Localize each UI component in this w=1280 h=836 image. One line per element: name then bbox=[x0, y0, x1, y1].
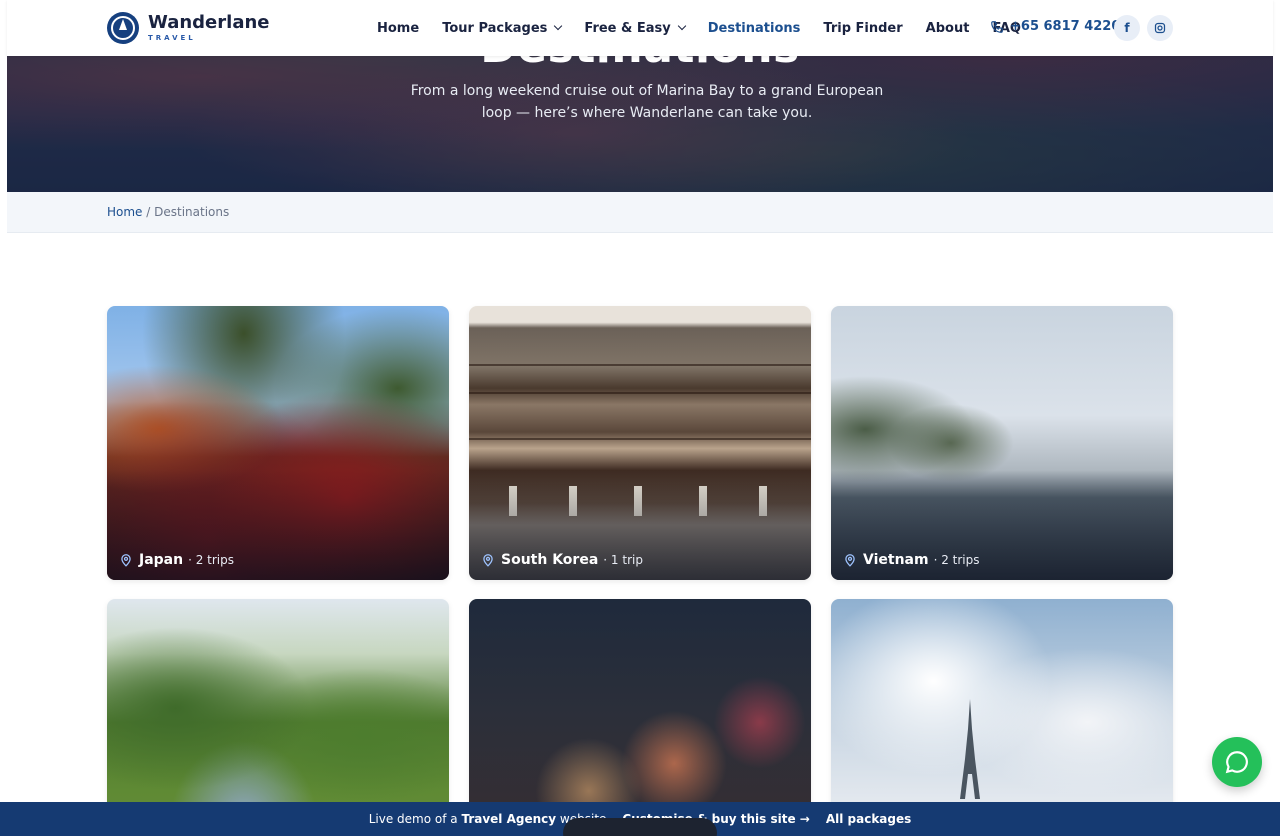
destination-trip-count: · 2 trips bbox=[933, 553, 980, 567]
breadcrumb-current: Destinations bbox=[154, 205, 230, 219]
nav-free-easy-label: Free & Easy bbox=[584, 20, 671, 36]
map-pin-icon bbox=[121, 554, 131, 567]
compass-icon bbox=[107, 12, 139, 44]
nav-tour-packages[interactable]: Tour Packages bbox=[442, 20, 563, 36]
nav-home-label: Home bbox=[377, 20, 420, 36]
destination-trip-count: · 2 trips bbox=[188, 553, 235, 567]
whatsapp-chat-button[interactable] bbox=[1212, 737, 1262, 787]
breadcrumb: Home / Destinations bbox=[7, 192, 1273, 233]
brand-name: Wanderlane bbox=[148, 12, 270, 33]
nav-destinations[interactable]: Destinations bbox=[708, 21, 801, 36]
destination-image bbox=[831, 599, 1173, 836]
chevron-down-icon bbox=[677, 21, 686, 31]
destination-card-bali[interactable] bbox=[107, 599, 449, 836]
map-pin-icon bbox=[845, 554, 855, 567]
destination-card-city[interactable] bbox=[469, 599, 811, 836]
chat-bubble-icon bbox=[1225, 751, 1248, 774]
nav-trip-finder[interactable]: Trip Finder bbox=[823, 21, 902, 36]
destination-name: Japan bbox=[139, 552, 184, 568]
phone-link[interactable]: +65 6817 4220 bbox=[990, 19, 1120, 34]
nav-about[interactable]: About bbox=[926, 21, 970, 36]
chevron-down-icon bbox=[554, 21, 563, 31]
site-header: Wanderlane TRAVEL Home Tour Packages Fre… bbox=[7, 0, 1273, 56]
destination-card-vietnam[interactable]: Vietnam · 2 trips bbox=[831, 306, 1173, 580]
nav-tour-packages-label: Tour Packages bbox=[442, 20, 548, 36]
breadcrumb-separator: / bbox=[146, 205, 151, 219]
breadcrumb-home[interactable]: Home bbox=[107, 205, 142, 219]
phone-number: +65 6817 4220 bbox=[1010, 19, 1121, 34]
destination-image bbox=[469, 599, 811, 836]
map-pin-icon bbox=[483, 554, 493, 567]
facebook-icon[interactable]: f bbox=[1114, 15, 1140, 41]
destination-card-japan[interactable]: Japan · 2 trips bbox=[107, 306, 449, 580]
nav-free-easy[interactable]: Free & Easy bbox=[584, 20, 686, 36]
hero-subtitle: From a long weekend cruise out of Marina… bbox=[410, 83, 884, 121]
brand-tagline: TRAVEL bbox=[148, 34, 196, 42]
destination-trip-count: · 1 trip bbox=[603, 553, 643, 567]
main-nav: Home Tour Packages Free & Easy Destinati… bbox=[377, 0, 1044, 56]
demo-bar-prefix: Live demo of a bbox=[368, 812, 458, 826]
floating-toolbar[interactable] bbox=[563, 818, 717, 836]
destination-card-paris[interactable] bbox=[831, 599, 1173, 836]
nav-destinations-label: Destinations bbox=[707, 20, 801, 36]
nav-about-label: About bbox=[925, 20, 970, 36]
demo-bar-strong: Travel Agency bbox=[461, 812, 557, 826]
phone-icon bbox=[991, 20, 1003, 33]
instagram-icon[interactable] bbox=[1147, 15, 1173, 41]
destination-card-south-korea[interactable]: South Korea · 1 trip bbox=[469, 306, 811, 580]
destination-name: Vietnam bbox=[863, 552, 929, 568]
brand-logo[interactable]: Wanderlane TRAVEL bbox=[107, 12, 269, 44]
eiffel-tower-icon bbox=[960, 699, 980, 799]
nav-home[interactable]: Home bbox=[377, 21, 419, 36]
nav-trip-finder-label: Trip Finder bbox=[823, 20, 903, 36]
all-packages-link[interactable]: All packages bbox=[826, 812, 911, 826]
destination-name: South Korea bbox=[501, 552, 599, 568]
destination-image bbox=[107, 599, 449, 836]
